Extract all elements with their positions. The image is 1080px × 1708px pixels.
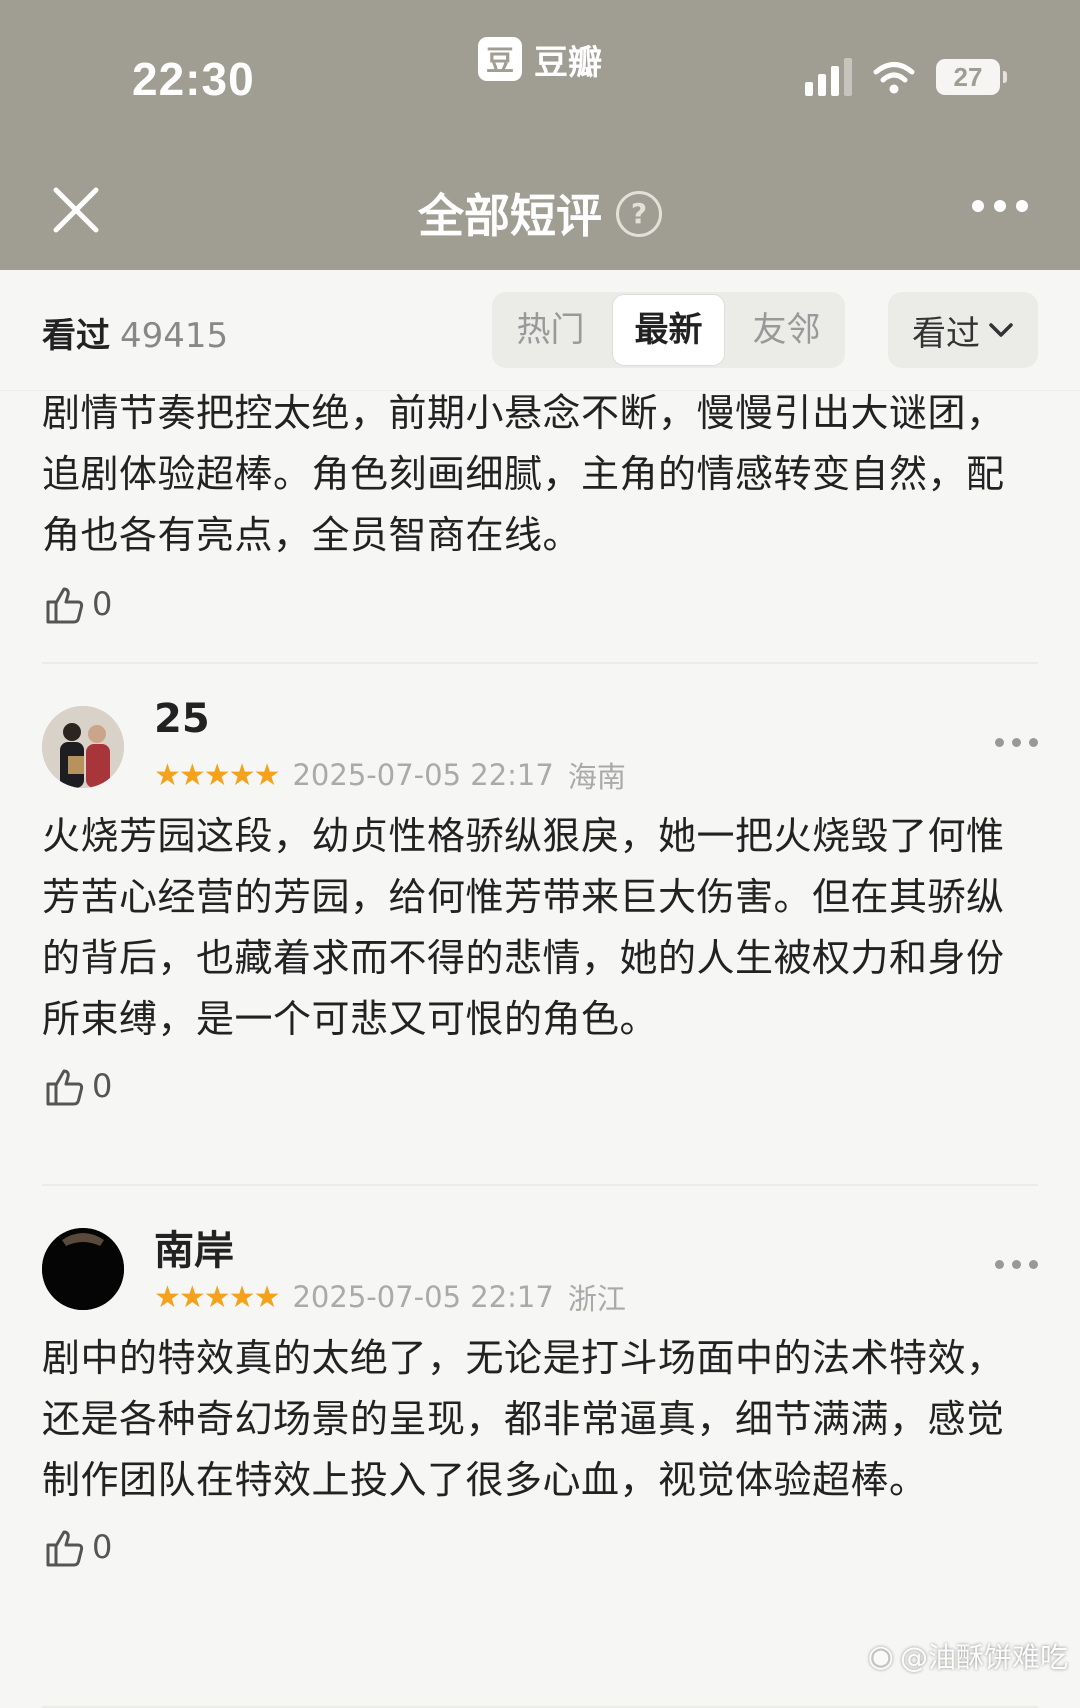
review-more-icon[interactable] [995,738,1038,747]
seen-summary: 看过 49415 [42,308,228,357]
seen-label: 看过 [42,316,110,356]
username[interactable]: 25 [154,696,210,742]
app-name: 豆瓣 [534,42,602,83]
review-meta: ★★★★★ 2025-07-05 22:17 浙江 [154,1276,626,1318]
like-count: 0 [92,1067,113,1105]
chevron-down-icon [989,323,1013,337]
thumbs-up-icon [46,1530,84,1567]
review-item: 25 ★★★★★ 2025-07-05 22:17 海南 火烧芳园这段，幼贞性格… [42,696,1038,1186]
status-dropdown[interactable]: 看过 [888,292,1038,368]
review-text: 火烧芳园这段，幼贞性格骄纵狠戾，她一把火烧毁了何惟芳苦心经营的芳园，给何惟芳带来… [42,814,1005,1041]
like-count: 0 [92,1528,113,1566]
status-icons: 27 [805,58,1007,96]
filter-bar: 看过 49415 热门 最新 友邻 看过 [0,270,1080,391]
review-date: 2025-07-05 22:17 [292,1280,554,1314]
weibo-icon: ◉ [867,1638,894,1674]
avatar-image [42,706,124,788]
signal-icon [805,58,852,96]
thumbs-up-icon [46,587,84,624]
status-time: 22:30 [132,53,255,105]
review-location: 浙江 [567,1282,626,1316]
avatar[interactable] [42,706,124,788]
seen-count: 49415 [120,316,229,356]
review-location: 海南 [567,760,626,794]
username[interactable]: 南岸 [154,1218,234,1276]
review-item: 南岸 ★★★★★ 2025-07-05 22:17 浙江 剧中的特效真的太绝了，… [42,1218,1038,1708]
page-title: 全部短评 [418,189,602,243]
like-button[interactable]: 0 [42,1517,1038,1577]
tab-friends[interactable]: 友邻 [731,295,842,365]
review-feed: 剧情节奏把控太绝，前期小悬念不断，慢慢引出大谜团，追剧体验超棒。角色刻画细腻，主… [0,391,1080,1708]
app-badge: 豆 豆瓣 [478,36,602,83]
review-more-icon[interactable] [995,1260,1038,1269]
avatar[interactable] [42,1228,124,1310]
review-date: 2025-07-05 22:17 [292,758,554,792]
tab-latest[interactable]: 最新 [612,294,725,366]
star-rating: ★★★★★ [154,757,280,793]
review-text: 剧中的特效真的太绝了，无论是打斗场面中的法术特效，还是各种奇幻场景的呈现，都非常… [42,1336,1005,1502]
review-header: 南岸 ★★★★★ 2025-07-05 22:17 浙江 [42,1218,1038,1328]
review-meta: ★★★★★ 2025-07-05 22:17 海南 [154,754,626,796]
review-text: 剧情节奏把控太绝，前期小悬念不断，慢慢引出大谜团，追剧体验超棒。角色刻画细腻，主… [42,391,1005,557]
status-dropdown-label: 看过 [912,313,980,354]
battery-icon: 27 [936,59,1007,95]
more-icon[interactable] [972,200,1028,212]
avatar-image [42,1228,124,1310]
like-button[interactable]: 0 [42,1056,1038,1116]
help-icon[interactable]: ? [616,190,662,237]
like-count: 0 [92,585,113,623]
review-item: 剧情节奏把控太绝，前期小悬念不断，慢慢引出大谜团，追剧体验超棒。角色刻画细腻，主… [42,383,1038,664]
tab-hot[interactable]: 热门 [495,295,606,365]
review-header: 25 ★★★★★ 2025-07-05 22:17 海南 [42,696,1038,806]
like-button[interactable]: 0 [42,574,1038,634]
page-title-wrap: 全部短评? [0,180,1080,246]
thumbs-up-icon [46,1069,84,1106]
weibo-watermark: ◉ @油酥饼难吃 [868,1636,1068,1676]
watermark-text: @油酥饼难吃 [899,1641,1068,1674]
wifi-icon [873,62,915,94]
top-header: 22:30 豆 豆瓣 27 全部短评? [0,0,1080,270]
douban-logo-icon: 豆 [478,37,522,81]
sort-tabs: 热门 最新 友邻 [492,292,845,368]
star-rating: ★★★★★ [154,1279,280,1315]
